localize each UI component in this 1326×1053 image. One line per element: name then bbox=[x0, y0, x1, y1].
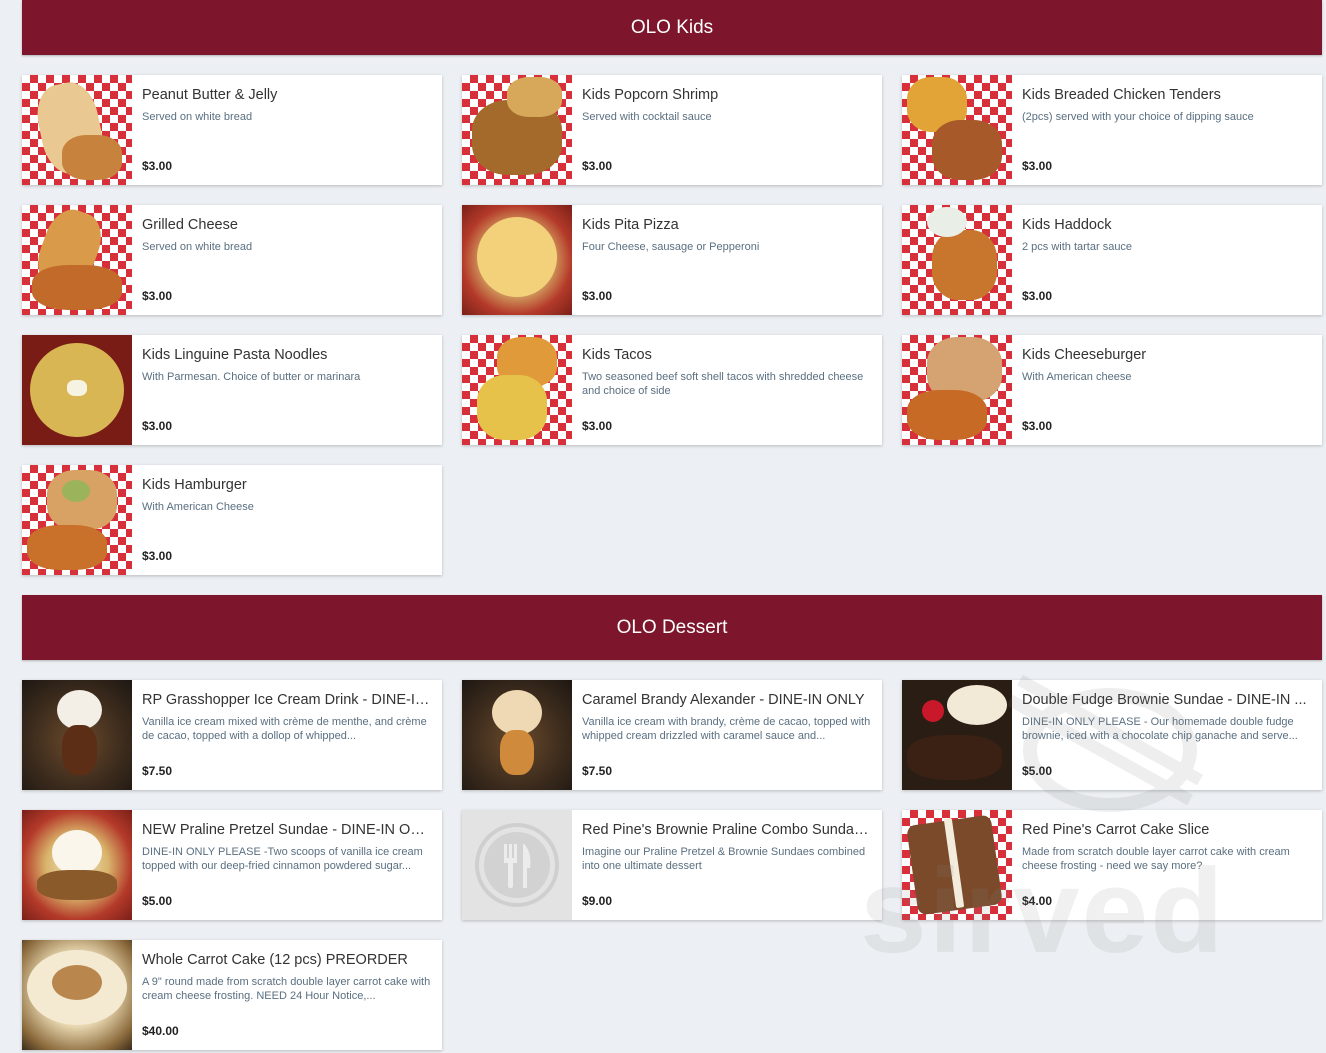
item-description: Imagine our Praline Pretzel & Brownie Su… bbox=[582, 846, 866, 872]
dessert-menu-grid: RP Grasshopper Ice Cream Drink - DINE-IN… bbox=[22, 680, 1322, 1050]
item-price: $40.00 bbox=[142, 1024, 179, 1038]
item-photo bbox=[22, 75, 132, 185]
item-description: With American Cheese bbox=[142, 501, 254, 513]
item-description: (2pcs) served with your choice of dippin… bbox=[1022, 111, 1254, 123]
menu-item-card[interactable]: Kids Popcorn Shrimp Served with cocktail… bbox=[462, 75, 882, 185]
item-photo bbox=[22, 680, 132, 790]
item-name: Kids Breaded Chicken Tenders bbox=[1022, 87, 1221, 103]
menu-item-card[interactable]: Kids Linguine Pasta Noodles With Parmesa… bbox=[22, 335, 442, 445]
menu-item-card[interactable]: Whole Carrot Cake (12 pcs) PREORDER A 9"… bbox=[22, 940, 442, 1050]
item-name: Kids Popcorn Shrimp bbox=[582, 87, 719, 103]
section-header-kids: OLO Kids bbox=[22, 0, 1322, 55]
item-price: $7.50 bbox=[582, 764, 613, 778]
item-photo bbox=[462, 335, 572, 445]
item-photo bbox=[902, 205, 1012, 315]
item-name: Caramel Brandy Alexander - DINE-IN ONLY bbox=[582, 692, 865, 708]
section-title: OLO Kids bbox=[630, 16, 714, 38]
menu-item-card[interactable]: Red Pine's Brownie Praline Combo Sundae.… bbox=[462, 810, 882, 920]
item-price: $3.00 bbox=[1022, 419, 1053, 433]
item-name: Kids Haddock bbox=[1022, 217, 1112, 233]
menu-item-card[interactable]: Red Pine's Carrot Cake Slice Made from s… bbox=[902, 810, 1322, 920]
menu-item-card[interactable]: Kids Tacos Two seasoned beef soft shell … bbox=[462, 335, 882, 445]
item-name: Double Fudge Brownie Sundae - DINE-IN ..… bbox=[1022, 692, 1307, 708]
item-description: Served with cocktail sauce bbox=[582, 111, 712, 123]
item-price: $3.00 bbox=[582, 419, 613, 433]
item-description: Vanilla ice cream with brandy, crème de … bbox=[582, 716, 871, 742]
item-price: $5.00 bbox=[142, 894, 173, 908]
item-description: With American cheese bbox=[1022, 371, 1132, 383]
item-price: $3.00 bbox=[142, 289, 173, 303]
item-photo bbox=[22, 465, 132, 575]
item-photo bbox=[902, 335, 1012, 445]
item-price: $9.00 bbox=[582, 894, 613, 908]
item-description: DINE-IN ONLY PLEASE -Two scoops of vanil… bbox=[142, 846, 423, 872]
menu-item-card[interactable]: Peanut Butter & Jelly Served on white br… bbox=[22, 75, 442, 185]
menu-item-card[interactable]: Kids Pita Pizza Four Cheese, sausage or … bbox=[462, 205, 882, 315]
item-price: $3.00 bbox=[142, 419, 173, 433]
item-price: $5.00 bbox=[1022, 764, 1053, 778]
item-price: $3.00 bbox=[1022, 159, 1053, 173]
item-price: $3.00 bbox=[1022, 289, 1053, 303]
section-title: OLO Dessert bbox=[616, 616, 728, 638]
kids-menu-grid: Peanut Butter & Jelly Served on white br… bbox=[22, 75, 1322, 575]
item-description: DINE-IN ONLY PLEASE - Our homemade doubl… bbox=[1022, 716, 1298, 742]
item-description: Two seasoned beef soft shell tacos with … bbox=[582, 371, 864, 397]
menu-item-card[interactable]: Kids Breaded Chicken Tenders (2pcs) serv… bbox=[902, 75, 1322, 185]
item-name: Red Pine's Brownie Praline Combo Sundae.… bbox=[582, 822, 872, 838]
item-description: Vanilla ice cream mixed with crème de me… bbox=[142, 716, 427, 742]
item-price: $3.00 bbox=[142, 159, 173, 173]
item-price: $3.00 bbox=[582, 159, 613, 173]
item-photo bbox=[462, 75, 572, 185]
item-name: Whole Carrot Cake (12 pcs) PREORDER bbox=[142, 952, 408, 968]
item-name: NEW Praline Pretzel Sundae - DINE-IN ONL… bbox=[142, 822, 432, 838]
menu-item-card[interactable]: Kids Haddock 2 pcs with tartar sauce $3.… bbox=[902, 205, 1322, 315]
item-photo bbox=[22, 810, 132, 920]
item-description: 2 pcs with tartar sauce bbox=[1022, 241, 1133, 253]
item-description: Served on white bread bbox=[142, 111, 253, 123]
item-photo bbox=[462, 205, 572, 315]
item-name: Kids Tacos bbox=[582, 347, 652, 363]
item-description: Served on white bread bbox=[142, 241, 253, 253]
item-photo bbox=[902, 680, 1012, 790]
menu-item-card[interactable]: NEW Praline Pretzel Sundae - DINE-IN ONL… bbox=[22, 810, 442, 920]
item-name: Kids Pita Pizza bbox=[582, 217, 679, 233]
item-price: $3.00 bbox=[142, 549, 173, 563]
menu-item-card[interactable]: Caramel Brandy Alexander - DINE-IN ONLY … bbox=[462, 680, 882, 790]
item-price: $4.00 bbox=[1022, 894, 1053, 908]
item-description: Four Cheese, sausage or Pepperoni bbox=[582, 241, 760, 253]
item-photo bbox=[902, 810, 1012, 920]
item-description: Made from scratch double layer carrot ca… bbox=[1022, 846, 1290, 872]
item-photo bbox=[22, 205, 132, 315]
item-photo bbox=[22, 335, 132, 445]
fork-knife-icon bbox=[475, 823, 559, 907]
item-name: RP Grasshopper Ice Cream Drink - DINE-IN… bbox=[142, 692, 432, 708]
section-header-dessert: OLO Dessert bbox=[22, 595, 1322, 660]
item-photo bbox=[462, 680, 572, 790]
item-price: $3.00 bbox=[582, 289, 613, 303]
item-photo-placeholder bbox=[462, 810, 572, 920]
item-name: Grilled Cheese bbox=[142, 217, 238, 233]
menu-item-card[interactable]: Kids Hamburger With American Cheese $3.0… bbox=[22, 465, 442, 575]
item-description: With Parmesan. Choice of butter or marin… bbox=[142, 371, 361, 383]
item-photo bbox=[22, 940, 132, 1050]
item-name: Peanut Butter & Jelly bbox=[142, 87, 278, 103]
menu-item-card[interactable]: Double Fudge Brownie Sundae - DINE-IN ..… bbox=[902, 680, 1322, 790]
item-price: $7.50 bbox=[142, 764, 173, 778]
item-description: A 9" round made from scratch double laye… bbox=[142, 976, 431, 1002]
item-name: Kids Cheeseburger bbox=[1022, 347, 1147, 363]
menu-item-card[interactable]: RP Grasshopper Ice Cream Drink - DINE-IN… bbox=[22, 680, 442, 790]
item-name: Kids Hamburger bbox=[142, 477, 247, 493]
item-name: Red Pine's Carrot Cake Slice bbox=[1022, 822, 1210, 838]
menu-item-card[interactable]: Kids Cheeseburger With American cheese $… bbox=[902, 335, 1322, 445]
menu-item-card[interactable]: Grilled Cheese Served on white bread $3.… bbox=[22, 205, 442, 315]
item-name: Kids Linguine Pasta Noodles bbox=[142, 347, 328, 363]
item-photo bbox=[902, 75, 1012, 185]
